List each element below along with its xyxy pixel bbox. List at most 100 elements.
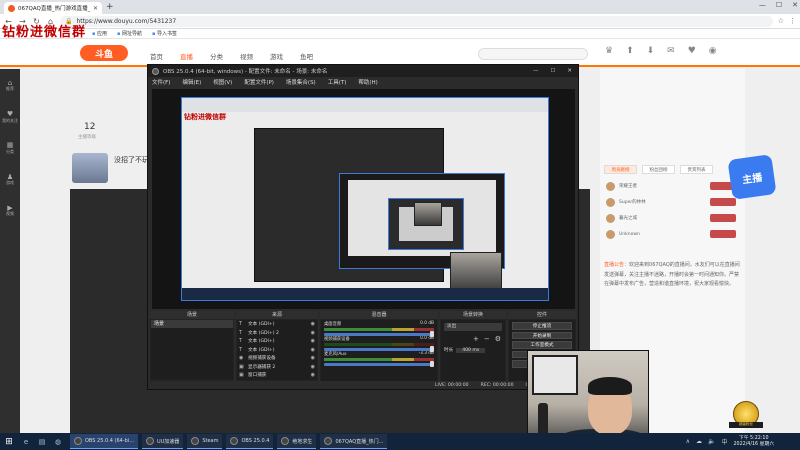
visibility-eye-icon[interactable]: ◉ <box>311 372 315 378</box>
tray-expand-icon[interactable]: ∧ <box>686 438 690 445</box>
tab-close-icon[interactable]: ✕ <box>93 5 98 12</box>
menu-file[interactable]: 文件(F) <box>152 78 170 86</box>
tray-volume-icon[interactable]: 🔈 <box>708 438 715 445</box>
start-button[interactable]: ⊞ <box>0 433 18 450</box>
rank-row[interactable]: 荣耀王者 <box>606 179 736 193</box>
nav-home[interactable]: 首页 <box>150 51 163 61</box>
nav-category[interactable]: 分类 <box>210 51 223 61</box>
browser-tab[interactable]: 067QAQ直播_热门游戏直播_斗鱼 ✕ <box>4 2 102 14</box>
rank-row[interactable]: Unknown <box>606 227 736 241</box>
visibility-eye-icon[interactable]: ◉ <box>311 355 315 361</box>
window-source-icon: ▣ <box>239 372 244 379</box>
upload-icon[interactable]: ⬆ <box>626 46 634 56</box>
webcam-background-monitor <box>532 355 578 395</box>
douyu-logo[interactable]: 斗鱼 <box>80 45 128 61</box>
source-item[interactable]: T 文本 (GDI+) 2 ◉ <box>237 329 317 338</box>
menu-view[interactable]: 视图(V) <box>213 78 232 86</box>
noble-icon[interactable]: ♛ <box>605 46 613 56</box>
promo-badge[interactable]: 主播 <box>727 154 777 200</box>
add-transition-button[interactable]: + <box>473 335 479 343</box>
browser-menu-icon[interactable]: ⋮ <box>789 17 796 25</box>
douyu-search-input[interactable] <box>478 48 588 60</box>
taskbar-app-pubg[interactable]: 绝地求生 <box>277 434 317 449</box>
sidebar-item-follow[interactable]: ♥ 我的关注 <box>2 110 18 123</box>
nav-live[interactable]: 直播 <box>180 51 193 61</box>
visibility-eye-icon[interactable]: ◉ <box>311 347 315 353</box>
taskbar-app-obs2[interactable]: OBS 25.0.4 <box>226 434 274 449</box>
source-item[interactable]: ▣ 窗口捕获 ◉ <box>237 371 317 380</box>
menu-help[interactable]: 帮助(H) <box>358 78 377 86</box>
menu-profile[interactable]: 配置文件(P) <box>244 78 274 86</box>
rank-row[interactable]: 暮光之城 <box>606 211 736 225</box>
tab-vip-list[interactable]: 贵宾列表 <box>680 165 713 174</box>
source-item[interactable]: ◉ 视频捕获设备 ◉ <box>237 354 317 363</box>
sidebar-item-video[interactable]: ▶ 视频 <box>6 204 14 217</box>
bookmark-import[interactable]: 导入书签 <box>152 30 177 37</box>
rank-badge <box>710 214 736 222</box>
edge-icon[interactable]: e <box>18 433 34 450</box>
menu-scene-collection[interactable]: 场景集合(S) <box>286 78 316 86</box>
nav-fishbar[interactable]: 鱼吧 <box>300 51 313 61</box>
visibility-eye-icon[interactable]: ◉ <box>311 321 315 327</box>
tab-week-rank[interactable]: 周贡献榜 <box>604 165 637 174</box>
volume-slider[interactable] <box>324 361 434 367</box>
chrome-icon[interactable]: ◍ <box>50 433 66 450</box>
studio-mode-button[interactable]: 工作室模式 <box>512 341 572 349</box>
menu-edit[interactable]: 编辑(E) <box>182 78 201 86</box>
taskbar-app-uu[interactable]: UU加速器 <box>141 434 184 449</box>
start-recording-button[interactable]: 开始录制 <box>512 331 572 339</box>
minimize-button[interactable]: — <box>759 1 766 9</box>
tray-cloud-icon[interactable]: ☁ <box>696 438 702 445</box>
mixer-channel: 桌面音频 0.0 dB <box>321 320 437 337</box>
sidebar-item-recommend[interactable]: ⌂ 推荐 <box>6 79 14 92</box>
close-window-button[interactable]: ✕ <box>792 1 798 9</box>
maximize-button[interactable]: ☐ <box>776 1 782 9</box>
obs-maximize-button[interactable]: ☐ <box>550 68 555 74</box>
menu-tools[interactable]: 工具(T) <box>328 78 347 86</box>
douyu-header-icons: ♛ ⬆ ⬇ ✉ ♥ ◉ <box>605 46 717 56</box>
follow-icon[interactable]: ♥ <box>688 46 696 56</box>
volume-slider[interactable] <box>324 346 434 352</box>
tray-ime-icon[interactable]: 中 <box>721 437 727 446</box>
anchor-avatar[interactable] <box>72 153 108 183</box>
sidebar-item-game[interactable]: ♟ 游戏 <box>6 173 14 186</box>
volume-slider[interactable] <box>324 331 434 337</box>
address-bar[interactable]: 🔒 https://www.douyu.com/5431237 <box>60 15 773 27</box>
visibility-eye-icon[interactable]: ◉ <box>311 364 315 370</box>
obs-preview[interactable]: 钻粉进微信群 <box>152 89 575 309</box>
bookmark-nav[interactable]: 网址导航 <box>117 30 142 37</box>
transition-gear-icon[interactable]: ⚙ <box>495 335 501 343</box>
source-item[interactable]: ▣ 显示器捕获 2 ◉ <box>237 363 317 372</box>
message-icon[interactable]: ✉ <box>667 46 675 56</box>
bookmark-star-icon[interactable]: ☆ <box>778 17 784 25</box>
remove-transition-button[interactable]: − <box>484 335 490 343</box>
taskbar-app-steam[interactable]: Steam <box>187 434 223 449</box>
nav-video[interactable]: 视频 <box>240 51 253 61</box>
source-item[interactable]: T 文本 (GDI+) ◉ <box>237 337 317 346</box>
transition-select[interactable]: 淡出 <box>444 323 502 331</box>
obs-docks: 场景 场景 + − ∧ ∨ 来源 T文本 (GDI+)◉ T文本 (GDI+) … <box>148 311 578 389</box>
mixer-channels: 桌面音频 0.0 dB 视频捕获设备 0.0 dB 麦克风/Aux -3.3 dB <box>321 320 437 388</box>
nav-game[interactable]: 游戏 <box>270 51 283 61</box>
rank-row[interactable]: Super的林林 <box>606 195 736 209</box>
obs-minimize-button[interactable]: — <box>533 68 539 74</box>
new-tab-button[interactable]: + <box>106 2 114 12</box>
download-icon[interactable]: ⬇ <box>647 46 655 56</box>
duration-input[interactable]: 400 ms <box>456 347 486 353</box>
source-item[interactable]: T 文本 (GDI+) ◉ <box>237 346 317 355</box>
taskbar-app-browser[interactable]: 067QAQ直播_热门... <box>320 434 388 449</box>
stop-streaming-button[interactable]: 停止推流 <box>512 322 572 330</box>
visibility-eye-icon[interactable]: ◉ <box>311 338 315 344</box>
taskbar-clock[interactable]: 下午 5:22:10 2022/4/16 星期六 <box>733 436 774 448</box>
source-item[interactable]: T 文本 (GDI+) ◉ <box>237 320 317 329</box>
scene-item[interactable]: 场景 <box>151 320 233 328</box>
sidebar-item-category[interactable]: ▦ 分类 <box>6 141 14 154</box>
obs-close-button[interactable]: ✕ <box>567 68 572 74</box>
taskbar-app-obs[interactable]: OBS 25.0.4 (64-bi... <box>70 434 138 449</box>
rank-badge <box>710 230 736 238</box>
user-avatar-icon[interactable]: ◉ <box>709 46 717 56</box>
visibility-eye-icon[interactable]: ◉ <box>311 330 315 336</box>
file-explorer-icon[interactable]: ▤ <box>34 433 50 450</box>
tab-fans-rank[interactable]: 粉丝团榜 <box>642 165 675 174</box>
bookmark-apps[interactable]: 应用 <box>92 30 107 37</box>
